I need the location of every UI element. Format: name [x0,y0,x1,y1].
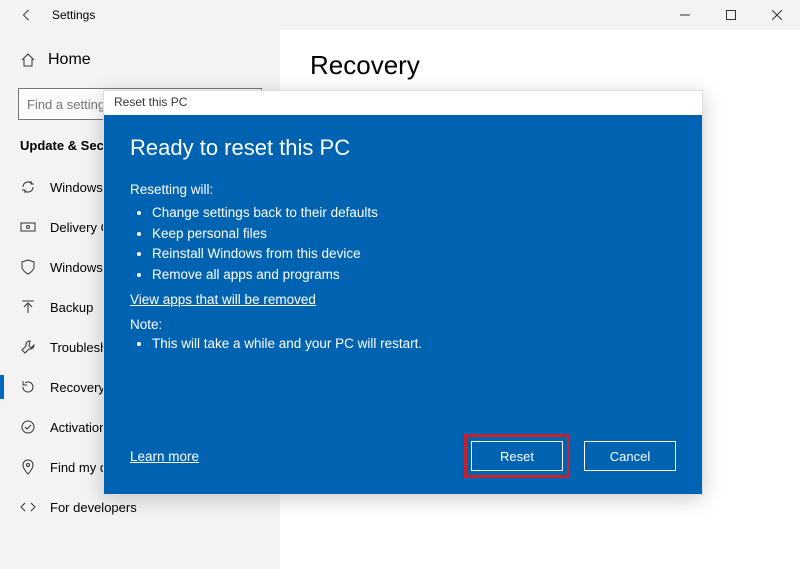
learn-more-link[interactable]: Learn more [130,449,199,464]
location-icon [20,459,36,475]
cancel-button[interactable]: Cancel [584,441,676,471]
maximize-button[interactable] [708,0,754,30]
list-item: Reinstall Windows from this device [152,244,676,265]
reset-button[interactable]: Reset [471,441,563,471]
sidebar-item-label: For developers [50,500,137,515]
note-label: Note: [130,317,676,332]
view-apps-link[interactable]: View apps that will be removed [130,292,676,307]
resetting-list: Change settings back to their defaults K… [130,203,676,287]
back-icon[interactable] [20,8,34,22]
sidebar-item-label: Activation [50,420,106,435]
minimize-button[interactable] [662,0,708,30]
sync-icon [20,179,36,195]
reset-highlight: Reset [464,434,570,478]
backup-icon [20,299,36,315]
wrench-icon [20,339,36,355]
reset-pc-dialog: Reset this PC Ready to reset this PC Res… [103,90,703,495]
dialog-heading: Ready to reset this PC [130,135,676,161]
window-title: Settings [52,8,95,22]
list-item: Remove all apps and programs [152,265,676,286]
activation-icon [20,419,36,435]
list-item: Keep personal files [152,224,676,245]
sidebar-item-home[interactable]: Home [0,40,280,80]
note-list: This will take a while and your PC will … [130,334,676,355]
sidebar-item-label: Recovery [50,380,105,395]
developers-icon [20,499,36,515]
close-button[interactable] [754,0,800,30]
page-title: Recovery [310,50,800,81]
resetting-label: Resetting will: [130,179,676,201]
recovery-icon [20,379,36,395]
home-icon [20,52,36,68]
delivery-icon [20,219,36,235]
sidebar-home-label: Home [48,51,91,69]
shield-icon [20,259,36,275]
titlebar: Settings [0,0,800,30]
list-item: This will take a while and your PC will … [152,334,676,355]
list-item: Change settings back to their defaults [152,203,676,224]
dialog-title: Reset this PC [104,91,702,115]
sidebar-item-label: Backup [50,300,93,315]
